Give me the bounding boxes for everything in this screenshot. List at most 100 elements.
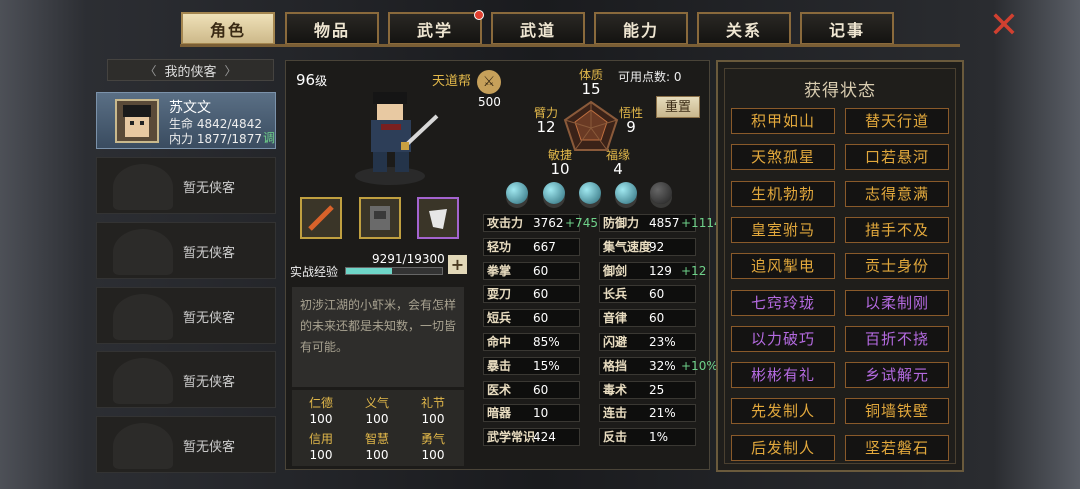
stat-row: 连击 21%: [599, 404, 696, 423]
stat-row: 短兵 60: [483, 309, 580, 328]
silhouette-icon: [113, 164, 173, 210]
status-title: 获得状态: [804, 81, 876, 101]
hero-mp: 内力 1877/1877: [169, 132, 262, 146]
stat-row: 轻功 667: [483, 237, 580, 256]
stat-row: 反击 1%: [599, 428, 696, 447]
status-chip[interactable]: 彬彬有礼: [731, 362, 835, 389]
attr-luck[interactable]: 福缘 4: [600, 148, 636, 177]
hero-name: 苏文文: [169, 100, 211, 116]
stat-row: 音律 60: [599, 309, 696, 328]
accessory-slot[interactable]: [417, 197, 459, 239]
stat-row: 闪避 23%: [599, 333, 696, 351]
close-icon[interactable]: ✕: [986, 8, 1022, 44]
silhouette-icon: [113, 229, 173, 275]
token-value: 500: [478, 95, 501, 109]
notification-badge: [474, 10, 484, 20]
hero-slot-empty[interactable]: 暂无侠客: [96, 157, 276, 214]
gem-slot-icon[interactable]: [579, 182, 601, 204]
status-chip[interactable]: 替天行道: [845, 108, 949, 134]
gem-slot-icon[interactable]: [506, 182, 528, 204]
attr-arm[interactable]: 臂力 12: [530, 106, 562, 135]
empty-slot-label: 暂无侠客: [183, 440, 236, 455]
empty-slot-label: 暂无侠客: [183, 311, 236, 326]
hero-card-selected[interactable]: 苏文文 生命 4842/4842 内力 1877/1877 调: [96, 92, 276, 149]
character-sprite: [345, 86, 450, 186]
gem-slot-icon[interactable]: [543, 182, 565, 204]
stat-row: 暗器 10: [483, 404, 580, 423]
stat-row: 集气速度 92: [599, 237, 696, 256]
gem-slot-icon[interactable]: [615, 182, 637, 204]
status-chip[interactable]: 志得意满: [845, 180, 949, 207]
status-chip[interactable]: 铜墙铁壁: [845, 398, 949, 425]
status-chip[interactable]: 后发制人: [731, 434, 835, 461]
hero-list-header: 〈 我的侠客 〉: [107, 59, 274, 81]
stat-row: 暴击 15%: [483, 356, 580, 375]
status-chip[interactable]: 积甲如山: [731, 108, 835, 134]
xp-bar: [345, 267, 443, 275]
empty-slot-label: 暂无侠客: [183, 181, 236, 196]
status-chip[interactable]: 以柔制刚: [845, 289, 949, 316]
stat-row: 攻击力 3762 +745: [483, 214, 598, 232]
adjust-button[interactable]: 调: [263, 129, 275, 146]
tab-underline: [180, 44, 960, 47]
tab-2[interactable]: 物品: [285, 12, 379, 45]
tab-5[interactable]: 能力: [594, 12, 688, 45]
chevron-right-icon[interactable]: 〉: [225, 62, 237, 79]
tab-1[interactable]: 角色: [181, 12, 275, 45]
tab-3[interactable]: 武学: [388, 10, 484, 45]
status-chip[interactable]: 七窍玲珑: [731, 289, 835, 316]
status-chip[interactable]: 贡士身份: [845, 253, 949, 280]
virtue-item: 义气 100: [364, 396, 389, 426]
status-chip[interactable]: 皇室驸马: [731, 216, 835, 243]
virtue-item: 信用 100: [308, 432, 333, 462]
status-chip[interactable]: 以力破巧: [731, 325, 835, 352]
avatar: [115, 99, 159, 143]
attribute-radar: [563, 100, 619, 151]
status-chip[interactable]: 乡试解元: [845, 362, 949, 389]
tab-7[interactable]: 记事: [800, 12, 894, 45]
stat-row: 命中 85%: [483, 333, 580, 351]
sword-token-icon: ⚔: [477, 70, 501, 94]
level: 96级: [296, 71, 328, 89]
empty-slot-label: 暂无侠客: [183, 246, 236, 261]
status-chip[interactable]: 先发制人: [731, 398, 835, 425]
status-chip[interactable]: 百折不挠: [845, 325, 949, 352]
tab-4[interactable]: 武道: [491, 12, 585, 45]
silhouette-icon: [113, 423, 173, 469]
stat-row: 御剑 129 +12: [599, 261, 706, 280]
virtue-item: 礼节 100: [420, 396, 445, 426]
hero-slot-empty[interactable]: 暂无侠客: [96, 222, 276, 279]
virtue-item: 智慧 100: [364, 432, 389, 462]
stat-row: 武学常识 424: [483, 428, 580, 447]
status-chip[interactable]: 追风掣电: [731, 253, 835, 280]
status-chip[interactable]: 口若悬河: [845, 144, 949, 171]
stat-row: 格挡 32% +10%: [599, 356, 718, 375]
status-chip[interactable]: 生机勃勃: [731, 180, 835, 207]
plus-icon[interactable]: +: [448, 255, 467, 274]
virtue-item: 仁德 100: [308, 396, 333, 426]
xp-label: 实战经验: [290, 265, 339, 279]
weapon-slot[interactable]: [300, 197, 342, 239]
status-chip[interactable]: 坚若磐石: [845, 434, 949, 461]
status-chip[interactable]: 天煞孤星: [731, 144, 835, 171]
hero-slot-empty[interactable]: 暂无侠客: [96, 416, 276, 473]
available-points: 可用点数: 0: [618, 70, 682, 84]
attr-agi[interactable]: 敏捷 10: [542, 148, 578, 177]
gem-slot-empty-icon[interactable]: [650, 182, 672, 204]
hero-slot-empty[interactable]: 暂无侠客: [96, 351, 276, 408]
hero-slot-empty[interactable]: 暂无侠客: [96, 287, 276, 344]
stat-row: 防御力 4857 +1114: [599, 214, 722, 232]
status-chip[interactable]: 措手不及: [845, 216, 949, 243]
stat-row: 毒术 25: [599, 380, 696, 399]
stat-row: 拳掌 60: [483, 261, 580, 280]
chevron-left-icon[interactable]: 〈: [144, 62, 156, 79]
hero-list-title: 我的侠客: [164, 64, 217, 80]
armor-slot[interactable]: [359, 197, 401, 239]
reset-button[interactable]: 重置: [656, 96, 700, 118]
stat-row: 医术 60: [483, 380, 580, 399]
empty-slot-label: 暂无侠客: [183, 375, 236, 390]
tab-6[interactable]: 关系: [697, 12, 791, 45]
attr-body[interactable]: 体质 15: [573, 68, 609, 97]
character-description: 初涉江湖的小虾米，会有怎样的未来还都是未知数，一切皆有可能。: [292, 287, 464, 387]
stat-row: 长兵 60: [599, 285, 696, 304]
